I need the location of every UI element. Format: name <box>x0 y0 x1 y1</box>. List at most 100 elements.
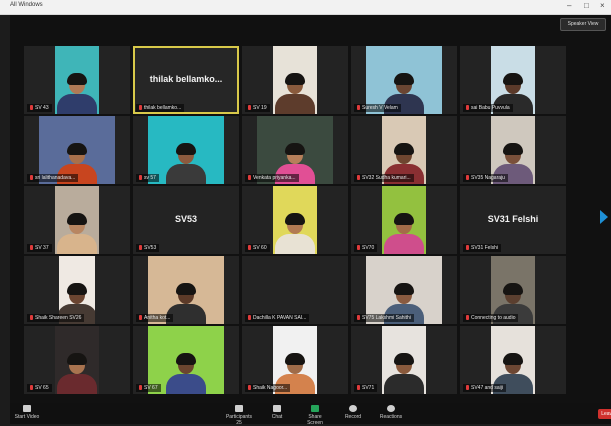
participant-tile[interactable]: Shaik Nagoor... <box>242 326 348 394</box>
participant-name-label: Venkata priyanka... <box>245 174 299 182</box>
participant-name: SV 37 <box>35 245 49 251</box>
participant-name-label: SV70 <box>354 244 378 252</box>
participant-name: Shaik Shareen SV26 <box>35 315 82 321</box>
chat-icon <box>273 405 281 412</box>
participant-name-label: SV53 <box>136 244 160 252</box>
leave-button[interactable]: Leave <box>598 409 611 419</box>
participant-video <box>273 186 317 254</box>
muted-mic-icon <box>30 385 33 390</box>
participant-silhouette <box>382 212 426 254</box>
participant-body <box>57 94 97 114</box>
participant-tile[interactable]: thilak bellamko... thilak bellamko... <box>133 46 239 114</box>
participant-name: SV71 <box>362 385 375 391</box>
participant-tile[interactable]: SV 43 <box>24 46 130 114</box>
participant-name-label: SV47 and saiji <box>463 384 506 392</box>
participant-body <box>275 94 315 114</box>
share-screen-button[interactable]: Share Screen <box>300 405 330 426</box>
participant-body <box>166 164 206 184</box>
participant-video <box>55 186 99 254</box>
participant-name: SV 65 <box>35 385 49 391</box>
participant-name-label: Suresh V Velam <box>354 104 401 112</box>
minimize-button[interactable]: – <box>567 1 571 11</box>
participant-tile[interactable]: SV 65 <box>24 326 130 394</box>
participant-tile[interactable]: SV71 <box>351 326 457 394</box>
participant-name-label: sv 57 <box>136 174 159 182</box>
next-page-arrow-icon[interactable] <box>600 210 608 224</box>
participant-tile[interactable]: SV 60 <box>242 186 348 254</box>
muted-mic-icon <box>466 105 469 110</box>
participant-tile[interactable]: sai Babu Puvvula <box>460 46 566 114</box>
participant-tile[interactable]: SV53 SV53 <box>133 186 239 254</box>
participant-tile[interactable]: Dachilla K PAVAN SAI... <box>242 256 348 324</box>
participant-hair <box>285 353 305 365</box>
participant-tile[interactable]: SV32 Sudha kumari... <box>351 116 457 184</box>
start-video-button[interactable]: Start Video <box>12 405 42 420</box>
participant-tile[interactable]: SV 19 <box>242 46 348 114</box>
participant-hair <box>176 143 196 155</box>
participant-tile[interactable]: Anitha kot... <box>133 256 239 324</box>
participant-tile[interactable]: Suresh V Velam <box>351 46 457 114</box>
participant-tile[interactable]: SV 37 <box>24 186 130 254</box>
participant-body <box>384 374 424 394</box>
muted-mic-icon <box>248 175 251 180</box>
participant-display-name: SV31 Felshi <box>487 214 539 224</box>
participant-name-label: SV 19 <box>245 104 270 112</box>
participant-name-label: SV 60 <box>245 244 270 252</box>
participant-body <box>166 374 206 394</box>
participant-tile[interactable]: SV 67 <box>133 326 239 394</box>
muted-mic-icon <box>357 385 360 390</box>
participant-name: Shaik Nagoor... <box>253 385 288 391</box>
muted-mic-icon <box>466 245 469 250</box>
participant-name-label: Connecting to audio <box>463 314 519 322</box>
share-screen-icon <box>311 405 319 412</box>
participant-hair <box>394 353 414 365</box>
participant-tile[interactable]: SV35 Nagaraju <box>460 116 566 184</box>
muted-mic-icon <box>466 315 469 320</box>
participant-tile[interactable]: Venkata priyanka... <box>242 116 348 184</box>
record-button[interactable]: Record <box>338 405 368 420</box>
participant-silhouette <box>55 352 99 394</box>
participant-tile[interactable]: SV31 Felshi SV31 Felshi <box>460 186 566 254</box>
participant-name: SV47 and saiji <box>471 385 503 391</box>
record-label: Record <box>344 414 362 420</box>
participant-name: SV35 Nagaraju <box>471 175 505 181</box>
participants-button[interactable]: Participants 25 <box>224 405 254 426</box>
participant-tile[interactable]: SV70 <box>351 186 457 254</box>
participant-name-label: Anitha kot... <box>136 314 174 322</box>
close-button[interactable]: × <box>600 1 605 11</box>
muted-mic-icon <box>139 385 142 390</box>
participant-name: Venkata priyanka... <box>253 175 296 181</box>
participant-tile[interactable]: SV47 and saiji <box>460 326 566 394</box>
participant-tile[interactable]: SV75 Lakshmi Sahithi <box>351 256 457 324</box>
muted-mic-icon <box>139 175 142 180</box>
chat-button[interactable]: Chat <box>262 405 292 420</box>
participant-hair <box>67 73 87 85</box>
maximize-button[interactable]: □ <box>584 1 589 11</box>
reactions-button[interactable]: Reactions <box>376 405 406 420</box>
participant-body <box>275 234 315 254</box>
participant-hair <box>394 73 414 85</box>
participant-name: sai Babu Puvvula <box>471 105 510 111</box>
participant-silhouette <box>273 212 317 254</box>
participant-hair <box>503 353 523 365</box>
participant-name-label: SV 43 <box>27 104 52 112</box>
participant-body <box>57 234 97 254</box>
muted-mic-icon <box>30 175 33 180</box>
participant-name: thilak bellamko... <box>144 105 182 111</box>
muted-mic-icon <box>139 245 142 250</box>
speaker-view-button[interactable]: Speaker View <box>560 18 606 31</box>
participant-tile[interactable]: sv 57 <box>133 116 239 184</box>
record-icon <box>349 405 357 412</box>
participant-name: SV 43 <box>35 105 49 111</box>
participant-name-label: SV 37 <box>27 244 52 252</box>
participant-tile[interactable]: sri lalithanadava... <box>24 116 130 184</box>
participant-body <box>57 374 97 394</box>
participant-name-label: thilak bellamko... <box>136 104 185 112</box>
participant-tile[interactable]: Connecting to audio <box>460 256 566 324</box>
participant-name: sv 57 <box>144 175 156 181</box>
window-title: All Windows <box>10 2 43 8</box>
participant-hair <box>176 353 196 365</box>
muted-mic-icon <box>357 105 360 110</box>
participant-name-label: Shaik Shareen SV26 <box>27 314 85 322</box>
participant-tile[interactable]: Shaik Shareen SV26 <box>24 256 130 324</box>
